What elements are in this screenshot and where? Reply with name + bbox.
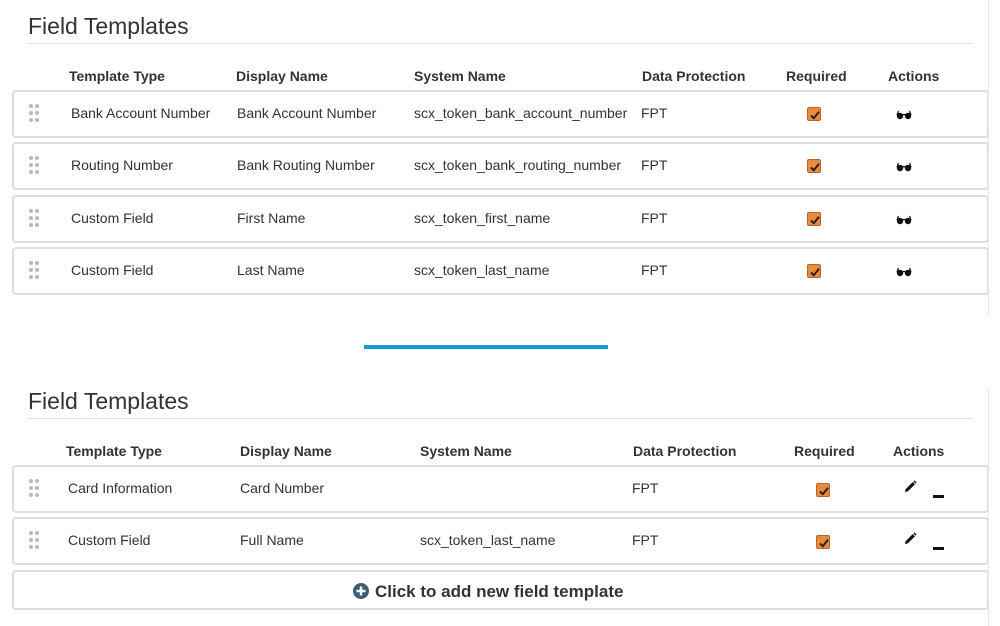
column-header-template-type: Template Type	[66, 443, 162, 459]
display-name-cell: Bank Routing Number	[237, 157, 375, 173]
title-divider	[28, 418, 973, 419]
required-checkbox[interactable]	[807, 159, 821, 173]
section-title: Field Templates	[28, 13, 189, 40]
view-glasses-icon[interactable]	[896, 212, 912, 230]
view-glasses-icon[interactable]	[896, 159, 912, 177]
system-name-cell: scx_token_first_name	[414, 210, 550, 226]
data-protection-cell: FPT	[641, 262, 667, 278]
column-header-system-name: System Name	[420, 443, 512, 459]
title-divider	[28, 43, 973, 44]
template-type-cell: Routing Number	[71, 157, 173, 173]
add-field-template-label: Click to add new field template	[375, 582, 623, 602]
system-name-cell: scx_token_last_name	[414, 262, 549, 278]
required-checkbox[interactable]	[807, 107, 821, 121]
panel-edge	[988, 0, 989, 316]
template-type-cell: Custom Field	[71, 210, 153, 226]
plus-circle-icon	[353, 583, 369, 604]
view-glasses-icon[interactable]	[896, 264, 912, 282]
required-checkbox[interactable]	[807, 212, 821, 226]
drag-handle-icon[interactable]	[29, 156, 41, 174]
display-name-cell: First Name	[237, 210, 305, 226]
pencil-icon[interactable]	[903, 532, 917, 551]
pencil-icon[interactable]	[903, 480, 917, 499]
system-name-cell: scx_token_last_name	[420, 532, 555, 548]
column-header-display-name: Display Name	[240, 443, 332, 459]
drag-handle-icon[interactable]	[29, 209, 41, 227]
display-name-cell: Full Name	[240, 532, 304, 548]
column-header-data-protection: Data Protection	[642, 68, 745, 84]
drag-handle-icon[interactable]	[29, 531, 41, 549]
required-checkbox[interactable]	[816, 483, 830, 497]
view-glasses-icon[interactable]	[896, 107, 912, 125]
column-header-template-type: Template Type	[69, 68, 165, 84]
table-row: Custom Field Last Name scx_token_last_na…	[12, 247, 989, 295]
column-header-display-name: Display Name	[236, 68, 328, 84]
column-header-required: Required	[794, 443, 855, 459]
panel-edge	[988, 388, 989, 626]
required-checkbox[interactable]	[807, 264, 821, 278]
drag-handle-icon[interactable]	[29, 104, 41, 122]
column-header-data-protection: Data Protection	[633, 443, 736, 459]
data-protection-cell: FPT	[632, 480, 658, 496]
display-name-cell: Bank Account Number	[237, 105, 376, 121]
table-row: Card Information Card Number FPT	[12, 465, 989, 513]
minus-icon[interactable]	[933, 538, 944, 556]
system-name-cell: scx_token_bank_account_number	[414, 105, 627, 121]
data-protection-cell: FPT	[641, 157, 667, 173]
display-name-cell: Card Number	[240, 480, 324, 496]
template-type-cell: Card Information	[68, 480, 172, 496]
data-protection-cell: FPT	[641, 105, 667, 121]
column-header-actions: Actions	[888, 68, 939, 84]
data-protection-cell: FPT	[641, 210, 667, 226]
template-type-cell: Custom Field	[71, 262, 153, 278]
required-checkbox[interactable]	[816, 535, 830, 549]
system-name-cell: scx_token_bank_routing_number	[414, 157, 621, 173]
column-header-actions: Actions	[893, 443, 944, 459]
column-header-system-name: System Name	[414, 68, 506, 84]
template-type-cell: Bank Account Number	[71, 105, 210, 121]
drag-handle-icon[interactable]	[29, 261, 41, 279]
template-type-cell: Custom Field	[68, 532, 150, 548]
section-title: Field Templates	[28, 388, 189, 415]
table-row: Bank Account Number Bank Account Number …	[12, 90, 989, 138]
display-name-cell: Last Name	[237, 262, 305, 278]
column-header-required: Required	[786, 68, 847, 84]
minus-icon[interactable]	[933, 486, 944, 504]
data-protection-cell: FPT	[632, 532, 658, 548]
table-row: Custom Field First Name scx_token_first_…	[12, 195, 989, 243]
add-field-template-button[interactable]: Click to add new field template	[12, 570, 989, 610]
table-row: Routing Number Bank Routing Number scx_t…	[12, 142, 989, 190]
drag-handle-icon[interactable]	[29, 479, 41, 497]
accent-divider	[364, 345, 608, 349]
table-row: Custom Field Full Name scx_token_last_na…	[12, 517, 989, 565]
